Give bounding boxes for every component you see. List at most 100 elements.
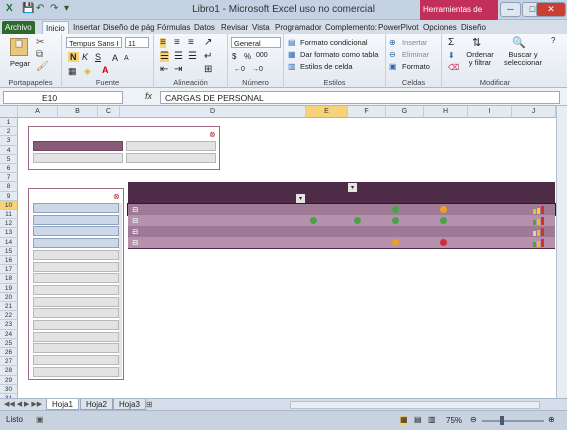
filter-dropdown-icon[interactable]: ▾ xyxy=(348,183,357,192)
expand-icon[interactable]: ⊟ xyxy=(132,215,138,226)
row-header[interactable]: 30 xyxy=(0,384,18,394)
row-header[interactable]: 26 xyxy=(0,348,18,358)
expand-icon[interactable]: ⊟ xyxy=(132,204,138,215)
column-header[interactable]: A xyxy=(18,106,58,118)
macro-record-icon[interactable]: ▣ xyxy=(36,415,44,425)
thousands-button[interactable]: 000 xyxy=(256,52,268,59)
column-header[interactable]: B xyxy=(58,106,98,118)
worksheet-grid[interactable]: ABCDEFGHIJK12345678910111213141516171819… xyxy=(0,106,556,398)
row-header[interactable]: 22 xyxy=(0,311,18,321)
row-header[interactable]: 16 xyxy=(0,256,18,266)
align-bottom-icon[interactable]: ≡ xyxy=(188,38,194,48)
sheet-tab-hoja2[interactable]: Hoja2 xyxy=(80,399,113,410)
find-select-icon[interactable]: 🔍 xyxy=(512,38,526,49)
sort-filter-icon[interactable]: ⇅ xyxy=(472,38,481,49)
row-header[interactable]: 4 xyxy=(0,145,18,155)
normal-view-icon[interactable]: ▦ xyxy=(400,415,408,425)
borders-icon[interactable]: ▦ xyxy=(68,66,77,76)
number-format-combo[interactable]: General xyxy=(231,37,281,48)
tab-insertar[interactable]: Insertar xyxy=(70,21,103,34)
pivot-data-row[interactable]: ⊟ xyxy=(128,215,555,226)
underline-button[interactable]: S xyxy=(95,52,101,62)
decrease-decimal-icon[interactable]: →0 xyxy=(252,65,263,75)
shrink-font-icon[interactable]: A xyxy=(124,54,129,64)
tab-archivo[interactable]: Archivo xyxy=(2,21,35,34)
row-header[interactable]: 7 xyxy=(0,173,18,183)
tab-diseno-pagina[interactable]: Diseño de pág xyxy=(100,21,158,34)
tab-vista[interactable]: Vista xyxy=(249,21,273,34)
align-center-icon[interactable]: ☰ xyxy=(174,52,183,62)
cell-styles-icon[interactable]: ▥ xyxy=(288,62,296,72)
row-header[interactable]: 18 xyxy=(0,274,18,284)
name-box[interactable]: E10 xyxy=(3,91,123,104)
font-name-combo[interactable]: Tempus Sans I xyxy=(66,37,122,48)
new-sheet-icon[interactable]: ⊞ xyxy=(146,400,153,410)
minimize-button[interactable]: ─ xyxy=(500,2,521,17)
row-header[interactable]: 17 xyxy=(0,265,18,275)
font-color-icon[interactable]: A xyxy=(102,65,109,75)
currency-button[interactable]: $ xyxy=(232,52,236,61)
row-header[interactable]: 13 xyxy=(0,228,18,238)
tab-revisar[interactable]: Revisar xyxy=(218,21,251,34)
align-right-icon[interactable]: ☰ xyxy=(188,52,197,62)
font-size-combo[interactable]: 11 xyxy=(125,37,149,48)
row-header[interactable]: 1 xyxy=(0,118,18,128)
slicer-item[interactable] xyxy=(33,355,119,366)
tab-opciones[interactable]: Opciones xyxy=(420,21,460,34)
row-header[interactable]: 25 xyxy=(0,338,18,348)
pivot-data-row[interactable]: ⊟ xyxy=(128,237,555,248)
help-icon[interactable]: ? xyxy=(551,36,555,46)
cell-styles-button[interactable]: Estilos de celda xyxy=(300,62,353,71)
row-header[interactable]: 20 xyxy=(0,292,18,302)
zoom-slider-track[interactable] xyxy=(482,420,544,422)
expand-icon[interactable]: ⊟ xyxy=(132,226,138,237)
column-header[interactable]: J xyxy=(512,106,556,118)
pivot-data-row[interactable]: ⊟ xyxy=(127,203,556,216)
vertical-scrollbar[interactable] xyxy=(556,106,567,398)
column-header[interactable]: F xyxy=(348,106,386,118)
tab-powerpivot[interactable]: PowerPivot xyxy=(375,21,421,34)
fill-icon[interactable]: ⬇ xyxy=(448,51,455,61)
horizontal-scrollbar[interactable] xyxy=(290,401,540,409)
row-header[interactable]: 3 xyxy=(0,136,18,146)
slicer-item[interactable] xyxy=(33,296,119,307)
pivot-data-row[interactable]: ⊟ xyxy=(128,226,555,237)
insert-button[interactable]: Insertar xyxy=(402,38,427,47)
bold-button[interactable]: N xyxy=(68,52,79,62)
decrease-indent-icon[interactable]: ⇤ xyxy=(160,65,168,75)
context-tab-herramientas[interactable]: Herramientas de xyxy=(420,0,498,20)
expand-icon[interactable]: ⊟ xyxy=(132,237,138,248)
row-header[interactable]: 29 xyxy=(0,375,18,385)
format-table-icon[interactable]: ▦ xyxy=(288,50,296,60)
fx-icon[interactable]: fx xyxy=(145,91,152,101)
tab-formulas[interactable]: Fórmulas xyxy=(154,21,193,34)
slicer-item[interactable] xyxy=(33,249,119,260)
row-header[interactable]: 11 xyxy=(0,210,18,220)
clear-filter-icon[interactable]: ⊗ xyxy=(113,192,120,201)
format-painter-icon[interactable]: 🖌 xyxy=(36,62,49,72)
increase-decimal-icon[interactable]: ←0 xyxy=(234,65,245,75)
zoom-slider-thumb[interactable] xyxy=(500,416,504,425)
copy-icon[interactable]: ⧉ xyxy=(36,50,43,60)
fill-color-icon[interactable]: ◈ xyxy=(84,66,91,76)
row-header[interactable]: 6 xyxy=(0,164,18,174)
row-header[interactable]: 5 xyxy=(0,154,18,164)
tab-diseno[interactable]: Diseño xyxy=(458,21,489,34)
row-header[interactable]: 23 xyxy=(0,320,18,330)
slicer-item[interactable] xyxy=(126,141,216,151)
close-button[interactable]: ✕ xyxy=(536,2,566,17)
slicer-item[interactable] xyxy=(33,203,119,213)
slicer-item[interactable] xyxy=(33,261,119,272)
paste-icon[interactable]: 📋 xyxy=(10,38,28,56)
delete-cells-icon[interactable]: ⊖ xyxy=(389,50,396,60)
cut-icon[interactable]: ✂ xyxy=(36,38,44,48)
orientation-icon[interactable]: ↗ xyxy=(204,38,212,48)
align-middle-icon[interactable]: ≡ xyxy=(174,38,180,48)
percent-button[interactable]: % xyxy=(244,52,251,61)
grow-font-icon[interactable]: A xyxy=(112,53,118,63)
format-cells-icon[interactable]: ▣ xyxy=(389,62,397,72)
slicer-item[interactable] xyxy=(33,284,119,295)
slicer-item[interactable] xyxy=(33,238,119,249)
slicer-item[interactable] xyxy=(33,141,123,151)
italic-button[interactable]: K xyxy=(82,52,88,62)
